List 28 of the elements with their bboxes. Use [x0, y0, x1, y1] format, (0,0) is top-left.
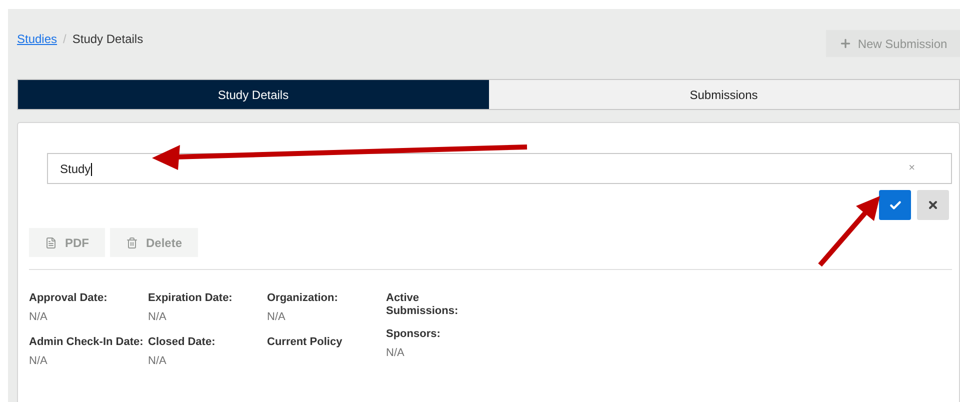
field-value: N/A [148, 310, 168, 325]
field-value: N/A [267, 310, 286, 325]
breadcrumb-separator: / [63, 31, 66, 48]
cancel-button[interactable] [917, 190, 949, 220]
field-value: N/A [29, 310, 48, 325]
breadcrumb-link[interactable]: Studies [17, 30, 58, 48]
confirm-button[interactable] [879, 190, 911, 220]
field-value: N/A [148, 354, 168, 369]
close-icon [927, 199, 939, 211]
field-label: Sponsors: [386, 328, 442, 341]
field-label: Approval Date: [29, 292, 108, 305]
plus-icon [838, 37, 852, 50]
field-label: Active Submissions: [386, 292, 460, 318]
field-value: N/A [386, 346, 406, 361]
field-label: Current Policy [267, 336, 344, 349]
document-icon [45, 236, 57, 248]
field-label: Expiration Date: [148, 292, 234, 305]
check-icon [888, 198, 902, 212]
tab[interactable]: Submissions [488, 80, 959, 109]
breadcrumb-current: Study Details [72, 31, 144, 48]
clear-button[interactable]: × [908, 160, 915, 177]
field-label: Admin Check-In Date: [29, 336, 144, 349]
field-label: Closed Date: [148, 336, 216, 349]
field-label: Organization: [267, 292, 339, 305]
annotation-arrow [818, 196, 880, 267]
trash-icon [126, 236, 138, 248]
field-value: N/A [29, 354, 48, 369]
tab[interactable]: Study Details [18, 80, 488, 109]
